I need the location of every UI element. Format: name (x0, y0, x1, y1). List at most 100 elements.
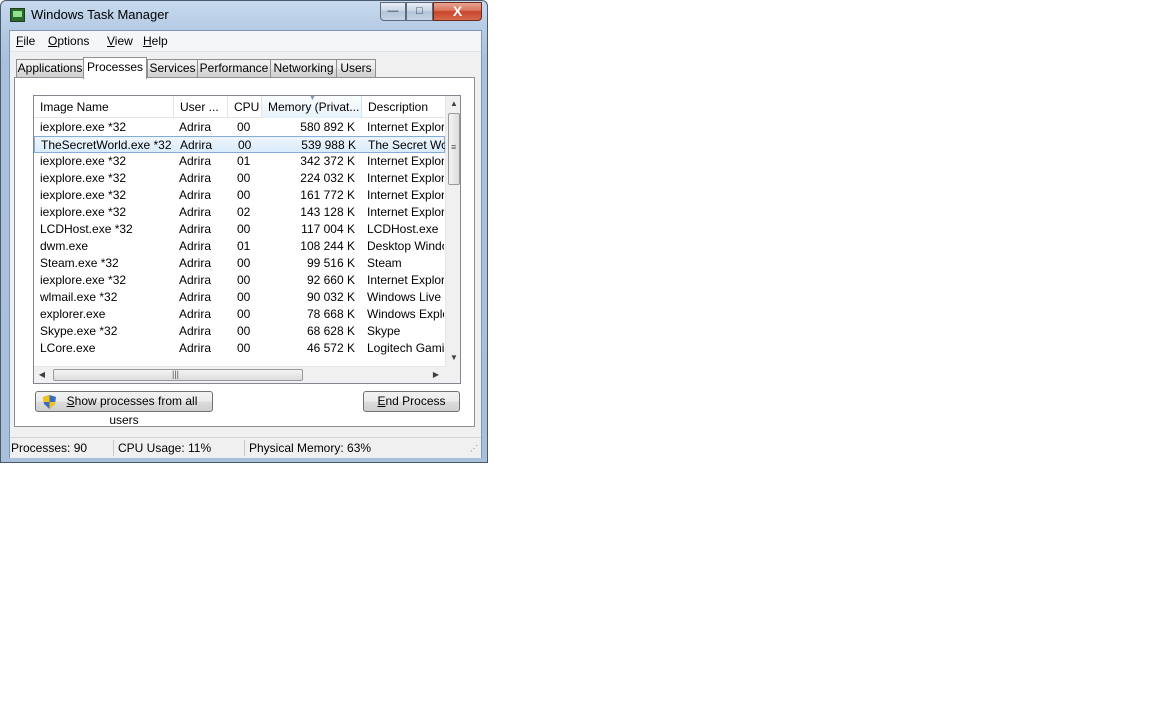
table-row[interactable]: Skype.exe *32 Adrira 00 68 628 K Skype (34, 323, 445, 340)
uac-shield-icon (43, 395, 56, 409)
scroll-up-icon[interactable]: ▲ (446, 96, 460, 112)
cell-description: Skype (367, 324, 401, 338)
column-header-row: Image Name User ... CPU ▼ Memory (Privat… (34, 96, 445, 118)
cell-image-name: Steam.exe *32 (40, 256, 119, 270)
tab-networking[interactable]: Networking (270, 59, 337, 78)
cell-description: Internet Explorer (367, 273, 444, 287)
cell-image-name: Skype.exe *32 (40, 324, 118, 338)
title-bar[interactable]: Windows Task Manager — □ X (1, 1, 487, 29)
status-cpu-usage: CPU Usage: 11% (118, 441, 212, 455)
menu-file[interactable]: File (16, 34, 35, 48)
cell-description: Internet Explorer (367, 188, 444, 202)
cell-user: Adrira (179, 290, 212, 304)
cell-image-name: wlmail.exe *32 (40, 290, 118, 304)
cell-description: Internet Explorer (367, 205, 444, 219)
sort-descending-icon: ▼ (309, 96, 316, 102)
cell-memory: 580 892 K (300, 120, 355, 134)
column-header-user[interactable]: User ... (174, 96, 228, 118)
table-row[interactable]: iexplore.exe *32 Adrira 00 161 772 K Interne… (34, 187, 445, 204)
table-row[interactable]: iexplore.exe *32 Adrira 01 342 372 K Interne… (34, 153, 445, 170)
table-row[interactable]: iexplore.exe *32 Adrira 00 92 660 K Internet… (34, 272, 445, 289)
cell-cpu: 00 (237, 341, 251, 355)
task-manager-window: Windows Task Manager — □ X File Options … (0, 0, 488, 463)
cell-memory: 342 372 K (300, 154, 355, 168)
cell-cpu: 00 (237, 307, 251, 321)
tab-processes[interactable]: Processes (83, 57, 147, 79)
show-all-processes-button[interactable]: Show processes from all users (35, 391, 213, 427)
cell-description: Internet Explorer (367, 154, 444, 168)
table-row[interactable]: iexplore.exe *32 Adrira 00 224 032 K Interne… (34, 170, 445, 187)
menu-options[interactable]: Options (48, 34, 89, 48)
table-row[interactable]: TheSecretWorld.exe *32 Adrira 00 539 988 K T… (34, 136, 445, 153)
vertical-scroll-thumb[interactable]: ≡ (448, 113, 460, 185)
cell-cpu: 01 (237, 239, 251, 253)
horizontal-scrollbar[interactable]: ◀ ||| ▶ (34, 366, 445, 383)
cell-memory: 108 244 K (300, 239, 355, 253)
table-row[interactable]: explorer.exe Adrira 00 78 668 K Windows Expl… (34, 306, 445, 323)
window-title: Windows Task Manager (31, 7, 169, 22)
table-row[interactable]: iexplore.exe *32 Adrira 00 580 892 K Interne… (34, 119, 445, 136)
cell-image-name: TheSecretWorld.exe *32 (41, 138, 171, 152)
status-physical-memory: Physical Memory: 63% (249, 441, 372, 455)
process-list[interactable]: Image Name User ... CPU ▼ Memory (Privat… (33, 95, 461, 384)
window-client-area: File Options View Help Applications Proc… (9, 30, 482, 458)
cell-user: Adrira (179, 222, 212, 236)
cell-image-name: dwm.exe (40, 239, 89, 253)
tab-applications[interactable]: Applications (16, 59, 84, 78)
menu-help[interactable]: Help (143, 34, 168, 48)
column-header-description[interactable]: Description (362, 96, 445, 118)
column-header-image-name[interactable]: Image Name (34, 96, 174, 118)
vertical-scrollbar[interactable]: ▲ ≡ ▼ (445, 96, 460, 366)
cell-cpu: 00 (237, 222, 251, 236)
cell-user: Adrira (179, 324, 212, 338)
horizontal-scroll-thumb[interactable]: ||| (53, 369, 303, 381)
table-row[interactable]: LCore.exe Adrira 00 46 572 K Logitech Gaming (34, 340, 445, 357)
cell-user: Adrira (180, 138, 213, 152)
maximize-button[interactable]: □ (406, 2, 433, 21)
status-bar: Processes: 90 CPU Usage: 11% Physical Me… (10, 437, 481, 458)
cell-image-name: iexplore.exe *32 (40, 171, 127, 185)
cell-cpu: 00 (237, 188, 251, 202)
cell-memory: 46 572 K (306, 341, 355, 355)
resize-grip-icon[interactable]: ⋰ (470, 444, 478, 453)
table-row[interactable]: iexplore.exe *32 Adrira 02 143 128 K Interne… (34, 204, 445, 221)
tab-services[interactable]: Services (147, 59, 198, 78)
table-row[interactable]: dwm.exe Adrira 01 108 244 K Desktop Window M… (34, 238, 445, 255)
cell-image-name: iexplore.exe *32 (40, 188, 127, 202)
menu-view[interactable]: View (107, 34, 133, 48)
cell-user: Adrira (179, 120, 212, 134)
cell-user: Adrira (179, 341, 212, 355)
table-row[interactable]: wlmail.exe *32 Adrira 00 90 032 K Windows Li… (34, 289, 445, 306)
scroll-right-icon[interactable]: ▶ (428, 367, 444, 383)
column-header-memory[interactable]: ▼ Memory (Privat... (262, 96, 362, 118)
cell-memory: 224 032 K (300, 171, 355, 185)
cell-user: Adrira (179, 239, 212, 253)
cell-description: The Secret World (368, 138, 445, 152)
cell-user: Adrira (179, 273, 212, 287)
tab-performance[interactable]: Performance (197, 59, 271, 78)
cell-user: Adrira (179, 205, 212, 219)
show-all-processes-label: Show processes from all users (66, 394, 198, 427)
minimize-button[interactable]: — (380, 2, 406, 21)
cell-memory: 90 032 K (306, 290, 355, 304)
cell-cpu: 01 (237, 154, 251, 168)
task-manager-icon (10, 8, 25, 22)
scroll-down-icon[interactable]: ▼ (446, 350, 460, 366)
grip-icon: ≡ (451, 142, 457, 152)
cell-memory: 539 988 K (301, 138, 356, 152)
cell-cpu: 00 (237, 171, 251, 185)
end-process-button[interactable]: End Process (363, 391, 460, 412)
close-button[interactable]: X (433, 2, 482, 21)
table-row[interactable]: LCDHost.exe *32 Adrira 00 117 004 K LCDHost.… (34, 221, 445, 238)
cell-description: Logitech Gaming (367, 341, 444, 355)
table-row[interactable]: Steam.exe *32 Adrira 00 99 516 K Steam (34, 255, 445, 272)
column-header-cpu[interactable]: CPU (228, 96, 262, 118)
cell-user: Adrira (179, 256, 212, 270)
scroll-left-icon[interactable]: ◀ (34, 367, 50, 383)
cell-description: Windows Explorer (367, 307, 444, 321)
status-processes: Processes: 90 (11, 441, 88, 455)
cell-cpu: 00 (238, 138, 252, 152)
cell-memory: 99 516 K (306, 256, 355, 270)
tab-users[interactable]: Users (336, 59, 376, 78)
cell-description: Desktop Window Manager (367, 239, 444, 253)
